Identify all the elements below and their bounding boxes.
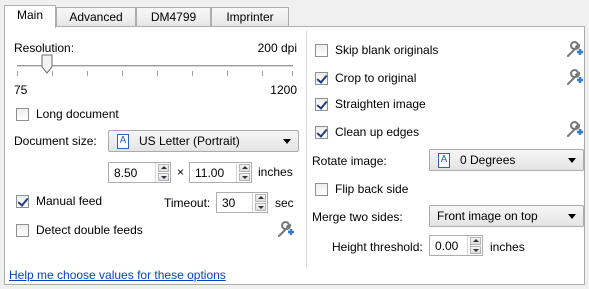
document-width-value: 8.50 — [114, 166, 138, 180]
long-document-checkbox[interactable] — [16, 108, 29, 121]
chevron-down-icon — [568, 158, 576, 163]
detect-double-feeds-checkbox[interactable] — [16, 224, 29, 237]
straighten-label: Straighten image — [335, 97, 426, 111]
resolution-value: 200 dpi — [257, 41, 297, 55]
height-threshold-label: Height threshold: — [332, 240, 423, 254]
tab-imprinter[interactable]: Imprinter — [211, 7, 289, 27]
tab-dm4799-label: DM4799 — [150, 10, 197, 24]
spin-up-icon[interactable] — [158, 164, 169, 172]
flip-back-label: Flip back side — [335, 182, 409, 196]
wrench-settings-icon[interactable] — [276, 221, 294, 239]
document-size-dropdown[interactable]: A US Letter (Portrait) — [108, 130, 299, 152]
height-threshold-spinner[interactable] — [467, 236, 482, 255]
timeout-label: Timeout: — [164, 196, 211, 210]
document-height-value: 11.00 — [195, 166, 225, 180]
clean-edges-label: Clean up edges — [335, 125, 420, 139]
times-sign: × — [177, 165, 185, 179]
spin-up-icon[interactable] — [255, 194, 266, 202]
crop-checkbox[interactable] — [315, 72, 328, 85]
timeout-value: 30 — [222, 196, 236, 210]
document-width-input[interactable]: 8.50 — [108, 162, 171, 183]
timeout-unit-label: sec — [275, 196, 294, 210]
skip-blank-label: Skip blank originals — [335, 43, 439, 57]
height-threshold-value: 0.00 — [435, 239, 459, 253]
flip-back-checkbox[interactable] — [315, 183, 328, 196]
long-document-label: Long document — [36, 107, 119, 121]
height-threshold-unit-label: inches — [490, 240, 525, 254]
tab-dm4799[interactable]: DM4799 — [136, 7, 211, 27]
resolution-max-label: 1200 — [270, 83, 297, 97]
crop-label: Crop to original — [335, 71, 417, 85]
spin-down-icon[interactable] — [239, 173, 250, 181]
resolution-slider-thumb[interactable] — [41, 54, 53, 74]
document-size-value: US Letter (Portrait) — [139, 134, 240, 148]
manual-feed-checkbox[interactable] — [16, 195, 29, 208]
wrench-settings-icon[interactable] — [565, 121, 583, 139]
tab-main[interactable]: Main — [4, 5, 56, 28]
tab-imprinter-label: Imprinter — [226, 10, 274, 24]
skip-blank-checkbox[interactable] — [315, 44, 328, 57]
resolution-slider-track[interactable] — [17, 65, 293, 67]
column-divider — [306, 31, 307, 267]
clean-edges-checkbox[interactable] — [315, 126, 328, 139]
timeout-spinner[interactable] — [252, 193, 267, 212]
spin-down-icon[interactable] — [255, 203, 266, 211]
spin-up-icon[interactable] — [239, 164, 250, 172]
document-icon: A — [438, 153, 450, 168]
timeout-input[interactable]: 30 — [216, 192, 268, 213]
manual-feed-label: Manual feed — [36, 194, 103, 208]
resolution-label: Resolution: — [14, 41, 75, 55]
merge-value: Front image on top — [437, 209, 538, 223]
document-size-label: Document size: — [14, 134, 97, 148]
document-width-spinner[interactable] — [155, 163, 170, 182]
chevron-down-icon — [283, 139, 291, 144]
rotate-dropdown[interactable]: A 0 Degrees — [429, 149, 584, 171]
dimension-unit-label: inches — [258, 165, 293, 179]
resolution-slider-ticks — [17, 71, 293, 76]
spin-down-icon[interactable] — [470, 246, 481, 254]
merge-label: Merge two sides: — [312, 210, 403, 224]
document-height-spinner[interactable] — [236, 163, 251, 182]
tab-main-label: Main — [16, 8, 43, 22]
detect-double-feeds-label: Detect double feeds — [36, 223, 143, 237]
rotate-label: Rotate image: — [312, 154, 387, 168]
tab-advanced-label: Advanced — [69, 10, 123, 24]
resolution-min-label: 75 — [14, 83, 28, 97]
wrench-settings-icon[interactable] — [565, 41, 583, 59]
document-icon: A — [117, 134, 129, 149]
merge-dropdown[interactable]: Front image on top — [429, 205, 584, 227]
wrench-settings-icon[interactable] — [565, 69, 583, 87]
spin-up-icon[interactable] — [470, 237, 481, 245]
document-height-input[interactable]: 11.00 — [189, 162, 252, 183]
help-link[interactable]: Help me choose values for these options — [9, 268, 226, 282]
tab-advanced[interactable]: Advanced — [56, 7, 136, 27]
chevron-down-icon — [568, 214, 576, 219]
rotate-value: 0 Degrees — [460, 153, 516, 167]
settings-panel: Resolution: 200 dpi 75 1200 Long documen… — [4, 26, 585, 285]
straighten-checkbox[interactable] — [315, 98, 328, 111]
height-threshold-input[interactable]: 0.00 — [429, 235, 483, 256]
spin-down-icon[interactable] — [158, 173, 169, 181]
